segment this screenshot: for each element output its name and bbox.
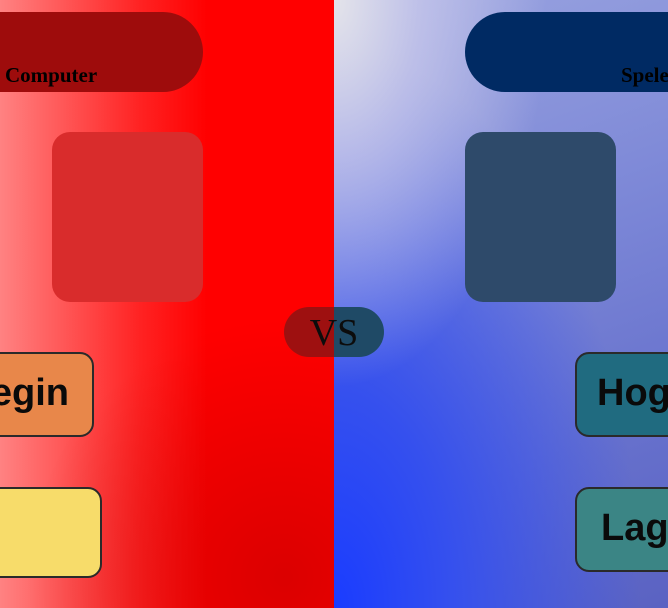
computer-panel: Computer Begin	[0, 0, 334, 608]
begin-button-label: Begin	[0, 372, 69, 414]
computer-secondary-button[interactable]	[0, 487, 102, 578]
player-card-slot	[465, 132, 616, 302]
lower-button[interactable]: Lager	[575, 487, 668, 572]
vs-badge: VS	[284, 307, 384, 357]
computer-card-slot	[52, 132, 203, 302]
higher-button-label: Hoger	[597, 372, 668, 414]
player-panel: Speler Hoger Lager	[334, 0, 668, 608]
higher-button[interactable]: Hoger	[575, 352, 668, 437]
player-name-label: Speler	[621, 63, 668, 87]
begin-button[interactable]: Begin	[0, 352, 94, 437]
computer-name-label: Computer	[5, 63, 98, 87]
lower-button-label: Lager	[601, 507, 668, 549]
vs-label: VS	[309, 312, 359, 354]
